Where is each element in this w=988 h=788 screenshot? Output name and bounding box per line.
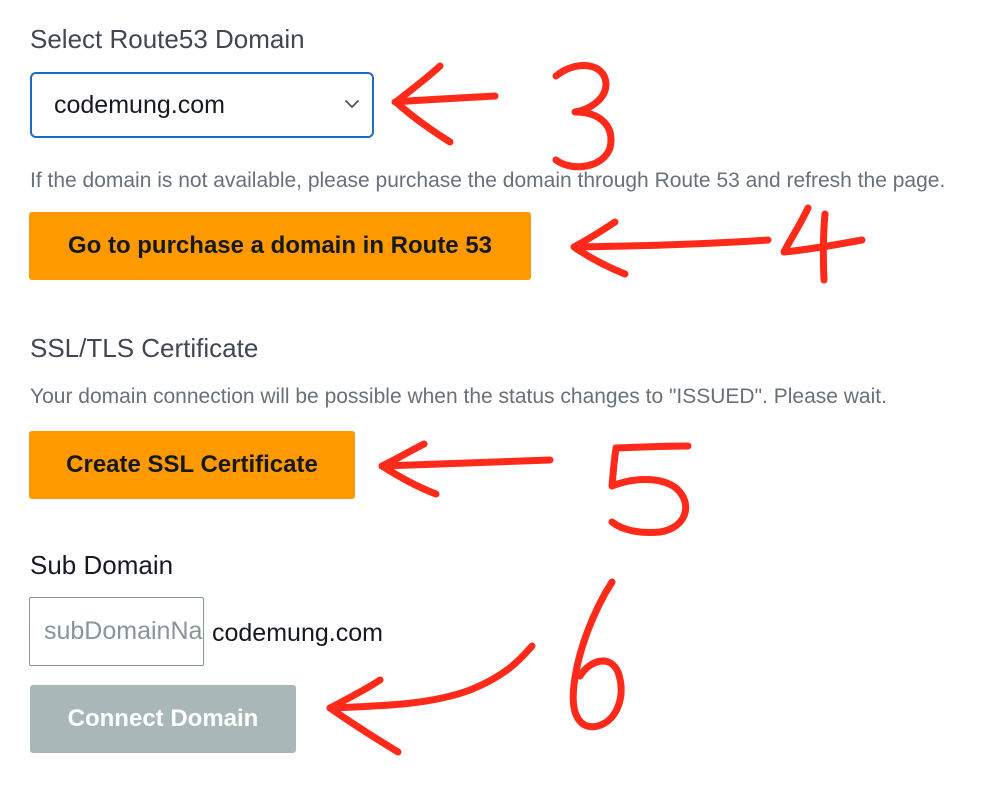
route53-domain-label: Select Route53 Domain — [30, 24, 305, 54]
annotation-arrow-6 — [326, 642, 536, 756]
domain-suffix: codemung.com — [212, 619, 383, 647]
annotation-number-3 — [552, 62, 615, 171]
chevron-down-icon — [345, 100, 359, 108]
ssl-help-text: Your domain connection will be possible … — [30, 385, 887, 408]
annotation-number-4 — [780, 204, 866, 284]
annotation-number-5 — [608, 442, 692, 536]
sub-domain-input-wrapper[interactable] — [29, 597, 204, 666]
connect-domain-button[interactable]: Connect Domain — [30, 685, 296, 753]
sub-domain-input[interactable] — [30, 598, 203, 665]
ssl-certificate-label: SSL/TLS Certificate — [30, 333, 259, 363]
purchase-domain-button[interactable]: Go to purchase a domain in Route 53 — [29, 212, 531, 280]
annotation-arrow-5 — [378, 440, 554, 498]
annotation-number-6 — [569, 578, 625, 731]
route53-domain-select[interactable]: codemung.com — [30, 72, 374, 138]
annotation-arrow-4 — [570, 218, 772, 278]
sub-domain-label: Sub Domain — [30, 550, 174, 580]
domain-help-text: If the domain is not available, please p… — [30, 169, 946, 192]
create-ssl-certificate-button[interactable]: Create SSL Certificate — [29, 431, 355, 499]
annotation-arrow-3 — [391, 62, 499, 146]
selected-domain-value: codemung.com — [54, 91, 225, 119]
